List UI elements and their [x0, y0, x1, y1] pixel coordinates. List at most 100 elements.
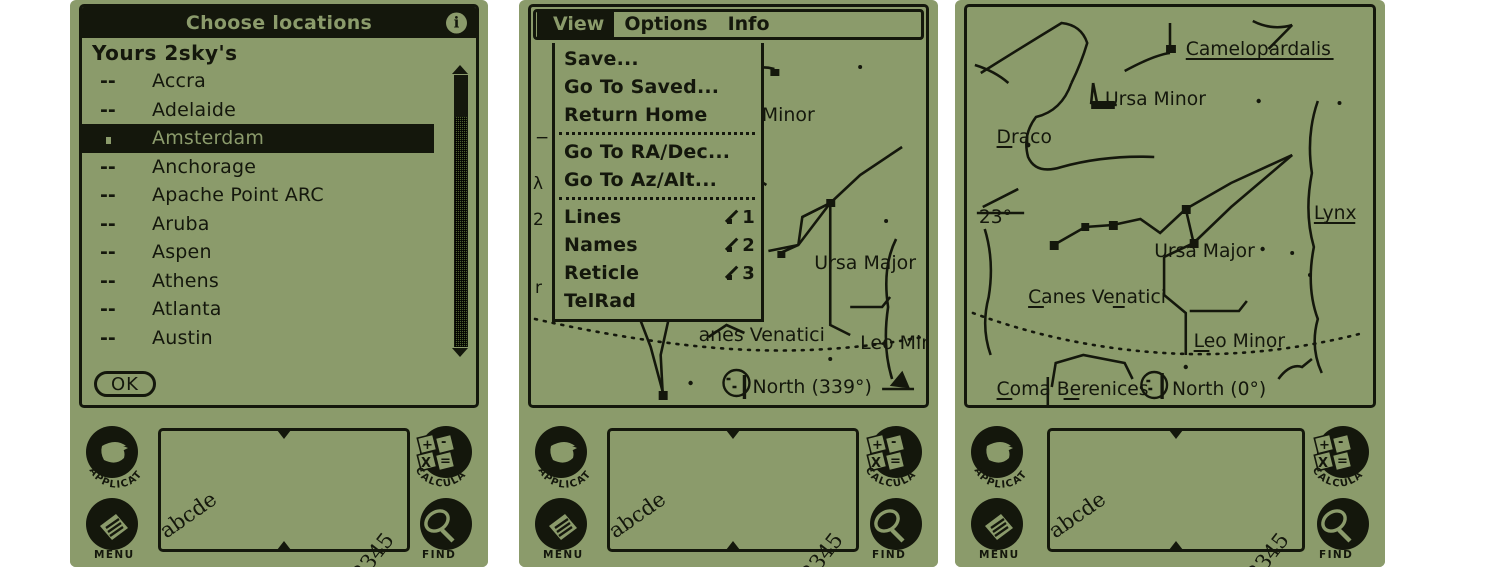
screenshot-stage: Choose locations i Yours 2sky's -- Accra…: [0, 0, 1500, 567]
compass-heading-label: North (339°): [752, 376, 871, 398]
home-icon: [100, 127, 152, 149]
list-item[interactable]: -- Adelaide: [82, 96, 476, 125]
calculator-button[interactable]: + - X = CALCULATOR: [1302, 418, 1369, 490]
menu-item-go-to-saved[interactable]: Go To Saved...: [555, 73, 761, 101]
svg-text:r: r: [535, 278, 542, 298]
ok-button[interactable]: OK: [94, 371, 156, 397]
menu-button[interactable]: MENU: [971, 498, 1033, 561]
calculator-button[interactable]: + - X = CALCULATOR: [855, 418, 922, 490]
location-name: Adelaide: [152, 98, 236, 121]
constellation-label: Draco: [997, 126, 1052, 148]
altitude-label: 23°: [979, 206, 1012, 228]
list-item[interactable]: -- Aruba: [82, 210, 476, 239]
svg-text:λ: λ: [533, 174, 543, 194]
menu-item-go-to-ra-dec[interactable]: Go To RA/Dec...: [555, 138, 761, 166]
menu-item-label: Names: [564, 234, 638, 256]
menu-item-reticle[interactable]: Reticle 3: [555, 259, 761, 287]
find-icon: FIND: [422, 509, 455, 561]
find-button[interactable]: FIND: [410, 498, 472, 561]
list-item-selected[interactable]: Amsterdam: [82, 124, 434, 153]
menu-item-label: Return Home: [564, 104, 708, 126]
menu-item-save[interactable]: Save...: [555, 45, 761, 73]
scrollbar-track[interactable]: [454, 75, 468, 347]
svg-text:-: -: [441, 435, 446, 450]
constellation-label: Leo Minor: [1194, 330, 1286, 352]
svg-text:-: -: [891, 435, 896, 450]
scrollbar-thumb[interactable]: [455, 75, 467, 117]
palm-device-star-chart: Camelopardalis Ursa Minor Draco Lynx Urs…: [955, 0, 1385, 567]
menu-item-lines[interactable]: Lines 1: [555, 203, 761, 231]
title-bar: Choose locations i: [82, 7, 476, 38]
graffiti-input-area[interactable]: abcde 12345: [1044, 428, 1305, 567]
scroll-down-arrow-icon[interactable]: [452, 348, 468, 357]
svg-text:+: +: [1319, 438, 1330, 453]
calculator-button[interactable]: + - X = CALCULATOR: [405, 418, 472, 490]
row-marker: --: [100, 155, 116, 178]
menu-icon: MENU: [979, 514, 1018, 561]
svg-text:CALCULATOR: CALCULATOR: [405, 418, 468, 490]
graffiti-input-area[interactable]: abcde 12345: [155, 428, 410, 567]
menu-item-go-to-az-alt[interactable]: Go To Az/Alt...: [555, 166, 761, 194]
info-icon[interactable]: i: [446, 12, 467, 33]
calculator-icon: + - X = CALCULATOR: [855, 418, 917, 490]
location-name: Atlanta: [152, 298, 222, 321]
list-item[interactable]: -- Athens: [82, 267, 476, 296]
menu-item-return-home[interactable]: Return Home: [555, 101, 761, 129]
row-marker: --: [100, 269, 116, 292]
menu-info[interactable]: Info: [718, 12, 780, 37]
find-button[interactable]: FIND: [1307, 498, 1369, 561]
menu-separator: [559, 132, 755, 135]
graffiti-input-area[interactable]: abcde 12345: [604, 428, 859, 567]
list-item[interactable]: -- Atlanta: [82, 295, 476, 324]
applications-icon: APPLICATIONS: [81, 418, 143, 491]
list-item[interactable]: -- Apache Point ARC: [82, 181, 476, 210]
scrollbar[interactable]: [452, 65, 468, 357]
menu-item-label: Go To Saved...: [564, 76, 720, 98]
menu-item-shortcut: 3: [726, 263, 755, 284]
calculator-icon: + - X = CALCULATOR: [1302, 418, 1364, 490]
graffiti-alpha-label: abcde: [1044, 486, 1111, 543]
menu-bar[interactable]: View Options Info: [533, 9, 924, 40]
menu-button[interactable]: MENU: [535, 498, 597, 561]
find-icon: FIND: [872, 509, 906, 561]
applications-button[interactable]: APPLICATIONS: [81, 418, 148, 491]
graffiti-bottom-marker-icon: [277, 541, 291, 550]
find-icon: FIND: [1319, 509, 1352, 561]
menu-item-names[interactable]: Names 2: [555, 231, 761, 259]
graffiti-top-marker-icon: [1169, 430, 1183, 439]
silkscreen-area-3: APPLICATIONS MENU + - X = CALCULATOR FIN…: [955, 412, 1385, 567]
menu-button[interactable]: MENU: [86, 498, 148, 561]
list-item[interactable]: -- Accra: [82, 67, 476, 96]
applications-icon: APPLICATIONS: [530, 418, 592, 491]
menu-item-telrad[interactable]: TelRad: [555, 287, 761, 315]
list-item[interactable]: -- Aspen: [82, 238, 476, 267]
graffiti-alpha-label: abcde: [155, 486, 222, 543]
menu-item-shortcut: 2: [726, 235, 755, 256]
menu-options[interactable]: Options: [614, 12, 717, 37]
view-dropdown-menu[interactable]: Save... Go To Saved... Return Home Go To…: [552, 43, 764, 322]
svg-text:CALCULATOR: CALCULATOR: [855, 418, 918, 490]
scroll-up-arrow-icon[interactable]: [452, 65, 468, 74]
constellation-label: Camelopardalis: [1186, 38, 1331, 60]
location-name: Aspen: [152, 241, 212, 264]
location-name: Apache Point ARC: [152, 184, 324, 207]
calculator-icon: + - X = CALCULATOR: [405, 418, 467, 490]
star-map-3[interactable]: Camelopardalis Ursa Minor Draco Lynx Urs…: [967, 7, 1373, 405]
location-name: Anchorage: [152, 155, 257, 178]
menu-icon: MENU: [94, 514, 133, 561]
applications-button[interactable]: APPLICATIONS: [530, 418, 597, 491]
find-button[interactable]: FIND: [860, 498, 922, 561]
graffiti-bottom-marker-icon: [726, 541, 740, 550]
list-item[interactable]: -- Austin: [82, 324, 476, 353]
graffiti-numeric-label: 12345: [1233, 528, 1294, 567]
compass-heading-label: North (0°): [1172, 378, 1266, 400]
graffiti-stroke-icon: [726, 210, 741, 225]
graffiti-stroke-icon: [726, 238, 741, 253]
list-column-header: Yours 2sky's: [92, 41, 238, 65]
svg-text:−: −: [535, 128, 549, 148]
svg-text:FIND: FIND: [872, 549, 906, 561]
list-item[interactable]: -- Anchorage: [82, 153, 476, 182]
applications-button[interactable]: APPLICATIONS: [966, 418, 1033, 491]
location-name: Austin: [152, 326, 213, 349]
menu-view[interactable]: View: [543, 12, 615, 37]
